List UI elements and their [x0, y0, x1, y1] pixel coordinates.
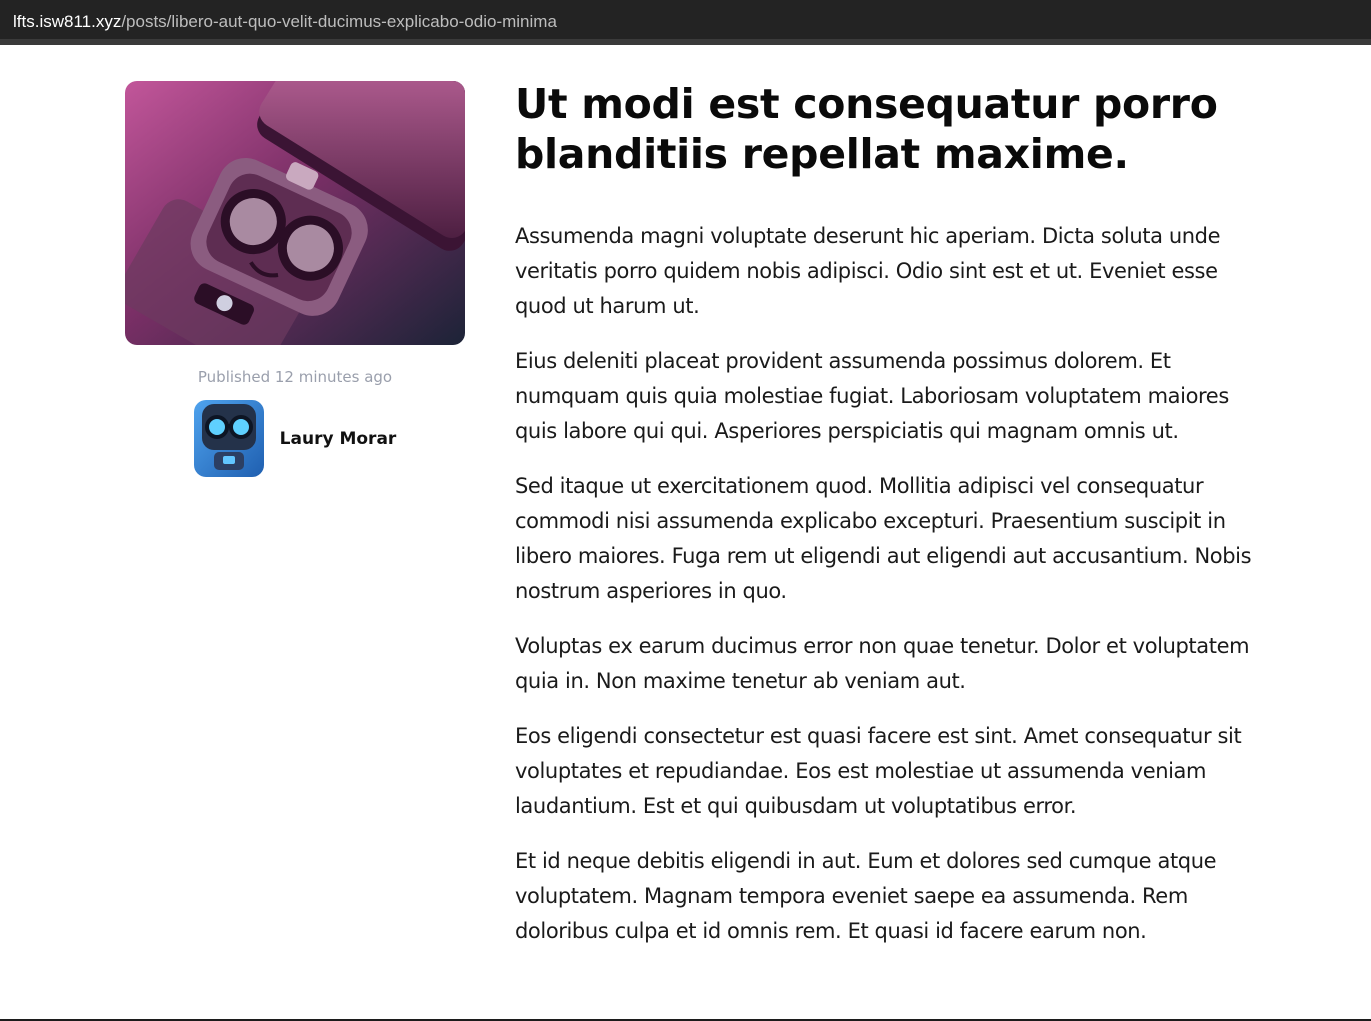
author-block[interactable]: Laury Morar: [125, 400, 465, 477]
post-page: Published 12 minutes ago Laury Morar Ut …: [0, 51, 1371, 1019]
address-bar[interactable]: lfts.isw811.xyz/posts/libero-aut-quo-vel…: [0, 0, 1371, 45]
cover-image: [125, 81, 465, 345]
url-path: /posts/libero-aut-quo-velit-ducimus-expl…: [121, 12, 557, 31]
published-date: Published 12 minutes ago: [197, 368, 393, 386]
post-paragraph: Eos eligendi consectetur est quasi facer…: [515, 724, 1242, 818]
post-paragraph: Eius deleniti placeat provident assumend…: [515, 349, 1229, 443]
post-paragraph: Sed itaque ut exercitationem quod. Molli…: [515, 474, 1252, 603]
post-sidebar: Published 12 minutes ago Laury Morar: [125, 81, 465, 477]
post-body: Assumenda magni voluptate deserunt hic a…: [515, 219, 1255, 949]
url-host: lfts.isw811.xyz: [13, 12, 122, 31]
post-title: Ut modi est consequatur porro blanditiis…: [515, 80, 1218, 178]
post-paragraph: Et id neque debitis eligendi in aut. Eum…: [515, 849, 1217, 943]
post-paragraph: Voluptas ex earum ducimus error non quae…: [515, 634, 1250, 693]
author-name[interactable]: Laury Morar: [280, 429, 397, 449]
robot-avatar-icon: [193, 400, 264, 477]
post-paragraph: Assumenda magni voluptate deserunt hic a…: [515, 224, 1221, 318]
post-article: Ut modi est consequatur porro blanditiis…: [515, 79, 1255, 969]
